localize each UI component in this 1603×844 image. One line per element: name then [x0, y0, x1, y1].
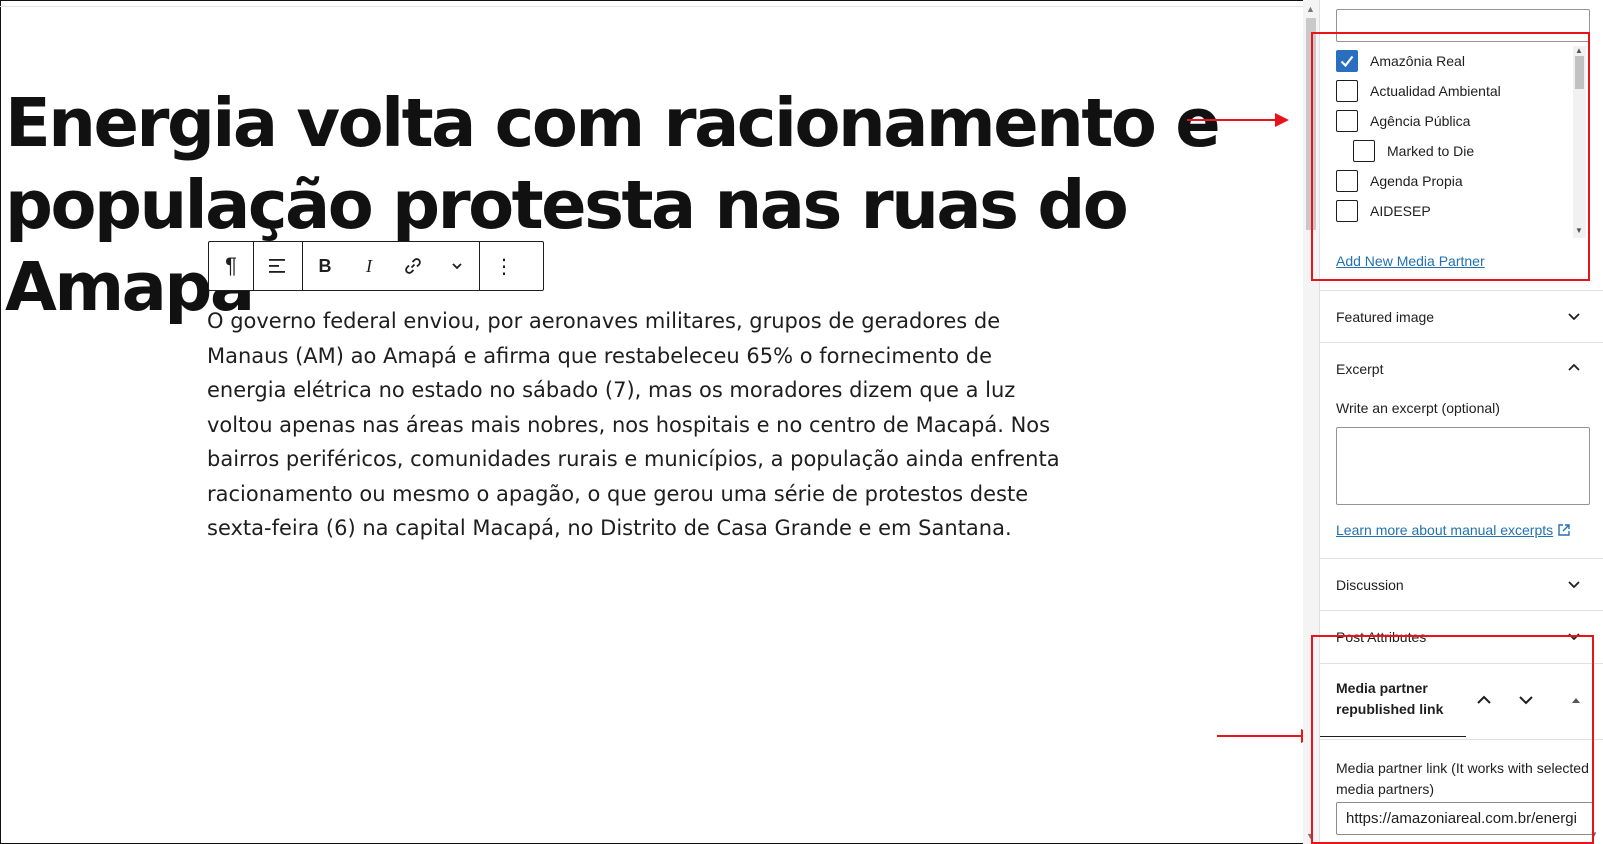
scroll-down-arrow-icon[interactable]: ▼ [1306, 831, 1315, 841]
media-partner-list-scrollbar[interactable]: ▲ ▼ [1573, 46, 1586, 238]
kebab-icon: ⋮ [494, 255, 514, 278]
move-up-button[interactable] [1470, 686, 1498, 714]
checkbox[interactable] [1336, 170, 1358, 192]
block-toolbar: ¶ B I ⋮ [208, 241, 544, 291]
checkbox-checked[interactable] [1336, 50, 1358, 72]
list-item-label: Actualidad Ambiental [1370, 83, 1501, 99]
italic-label: I [366, 255, 372, 276]
list-item[interactable]: Agenda Propia [1336, 170, 1463, 192]
bold-label: B [318, 255, 332, 276]
external-link-icon [1558, 524, 1570, 536]
list-item[interactable]: Marked to Die [1353, 140, 1474, 162]
list-scroll-down-arrow-icon[interactable]: ▼ [1575, 226, 1583, 235]
media-partner-link-input[interactable] [1336, 802, 1593, 835]
checkbox[interactable] [1336, 80, 1358, 102]
chevron-down-icon [1568, 633, 1580, 641]
caret-up-icon [1572, 698, 1580, 703]
toolbar-group-align [254, 242, 303, 290]
chevron-down-icon [1519, 696, 1533, 705]
toolbar-group-format: B I [303, 242, 480, 290]
post-title[interactable]: Energia volta com racionamento e populaç… [5, 82, 1295, 328]
editor-canvas: Energia volta com racionamento e populaç… [0, 0, 1303, 844]
settings-sidebar: Amazônia Real Actualidad Ambiental Agênc… [1319, 0, 1603, 844]
toolbar-group-options: ⋮ [480, 242, 528, 290]
panel-title: Featured image [1336, 308, 1435, 325]
checkbox[interactable] [1336, 200, 1358, 222]
chevron-down-icon [1568, 313, 1580, 321]
bold-button[interactable]: B [303, 242, 347, 290]
media-partner-list: Amazônia Real Actualidad Ambiental Agênc… [1320, 44, 1592, 240]
check-icon [1340, 55, 1354, 68]
list-item-label: Agenda Propia [1370, 173, 1463, 189]
list-item-label: Agência Pública [1370, 113, 1471, 129]
paragraph-icon: ¶ [225, 253, 237, 278]
excerpt-textarea[interactable] [1336, 427, 1590, 505]
media-partner-link-label: Media partner link (It works with select… [1336, 760, 1589, 797]
list-item-label: Marked to Die [1387, 143, 1475, 159]
sidebar-scroll-down-arrow-icon[interactable]: ▼ [1590, 830, 1598, 839]
learn-more-label: Learn more about manual excerpts [1336, 522, 1554, 538]
panel-title: Post Attributes [1336, 628, 1427, 645]
scroll-up-arrow-icon[interactable]: ▲ [1306, 4, 1315, 14]
learn-more-excerpts-link[interactable]: Learn more about manual excerpts [1336, 522, 1571, 538]
link-button[interactable] [391, 242, 435, 290]
chevron-up-icon [1568, 363, 1580, 371]
chevron-down-icon [452, 263, 462, 270]
more-formatting-button[interactable] [435, 242, 479, 290]
options-button[interactable]: ⋮ [480, 242, 528, 290]
excerpt-label: Write an excerpt (optional) [1336, 400, 1500, 416]
panel-title-underline [1320, 736, 1466, 737]
panel-title[interactable]: Media partner republished link [1336, 678, 1466, 720]
paragraph-block-button[interactable]: ¶ [209, 242, 253, 290]
panel-discussion[interactable]: Discussion [1320, 558, 1603, 610]
annotation-arrow-bottom [1217, 729, 1315, 743]
list-item[interactable]: AIDESEP [1336, 200, 1431, 222]
chevron-up-icon [1477, 695, 1491, 704]
editor-scrollbar[interactable]: ▲ ▼ [1303, 0, 1319, 844]
move-down-button[interactable] [1512, 686, 1540, 714]
checkbox[interactable] [1336, 110, 1358, 132]
list-scroll-up-arrow-icon[interactable]: ▲ [1575, 46, 1583, 55]
paragraph-block[interactable]: O governo federal enviou, por aeronaves … [207, 304, 1077, 546]
align-button[interactable] [254, 242, 302, 290]
annotation-arrow-top [1187, 113, 1289, 127]
list-item[interactable]: Actualidad Ambiental [1336, 80, 1501, 102]
panel-post-attributes[interactable]: Post Attributes [1320, 610, 1603, 662]
italic-button[interactable]: I [347, 242, 391, 290]
panel-title: Excerpt [1336, 360, 1384, 377]
toggle-panel-button[interactable] [1562, 686, 1590, 714]
toolbar-group-block: ¶ [209, 242, 254, 290]
list-item-label: AIDESEP [1370, 203, 1431, 219]
panel-featured-image[interactable]: Featured image [1320, 290, 1603, 342]
add-new-media-partner-link[interactable]: Add New Media Partner [1336, 253, 1485, 269]
link-icon [405, 258, 421, 274]
panel-media-partner-link: Media partner republished link [1320, 663, 1603, 740]
align-icon [269, 259, 285, 273]
panel-title: Discussion [1336, 576, 1404, 593]
editor-scrollbar-thumb[interactable] [1306, 18, 1316, 230]
list-item[interactable]: Amazônia Real [1336, 50, 1465, 72]
chevron-down-icon [1568, 581, 1580, 589]
list-item-label: Amazônia Real [1370, 53, 1465, 69]
checkbox[interactable] [1353, 140, 1375, 162]
list-item[interactable]: Agência Pública [1336, 110, 1470, 132]
panel-divider [1320, 739, 1603, 740]
panel-excerpt[interactable]: Excerpt [1320, 342, 1603, 394]
list-scrollbar-thumb[interactable] [1575, 56, 1584, 89]
media-partner-search-input[interactable] [1336, 9, 1590, 42]
